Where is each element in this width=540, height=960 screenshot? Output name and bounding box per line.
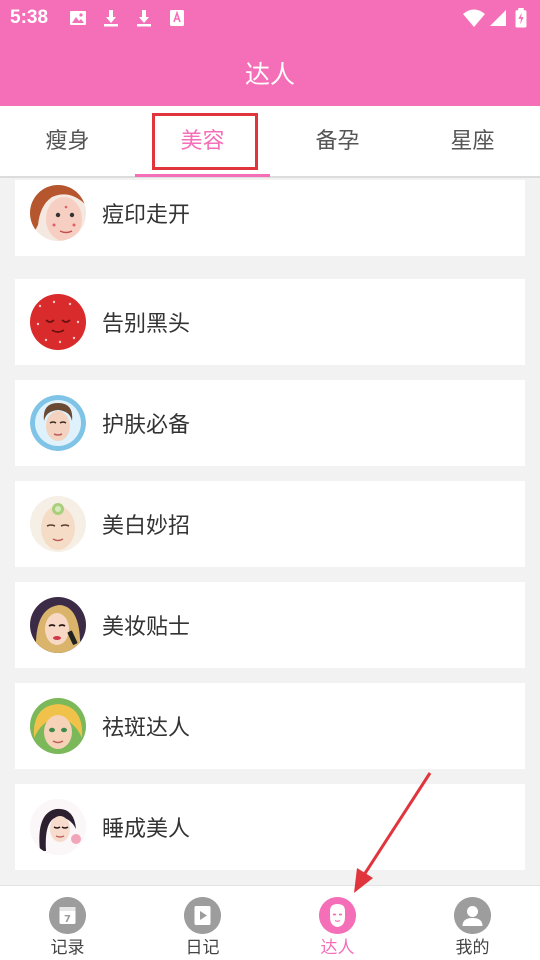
nav-mine[interactable]: 我的 xyxy=(405,886,540,960)
topic-list: 痘印走开 告别黑头 护肤必备 美白妙招 美妆贴士 祛斑达人 睡成美人 xyxy=(0,180,540,885)
app-header: 达人 xyxy=(0,36,540,106)
nav-experts[interactable]: 达人 xyxy=(270,886,405,960)
signal-icon xyxy=(490,10,506,26)
face-mask-avatar xyxy=(30,496,86,552)
makeup-avatar xyxy=(30,597,86,653)
nav-label: 达人 xyxy=(320,938,355,958)
strawberry-avatar xyxy=(30,294,86,350)
nav-record[interactable]: 7 记录 xyxy=(0,886,135,960)
list-item-label: 美妆贴士 xyxy=(102,615,191,640)
text-a-icon xyxy=(170,10,184,26)
calendar-icon: 7 xyxy=(49,897,86,934)
list-item-label: 美白妙招 xyxy=(102,514,191,539)
nav-label: 记录 xyxy=(50,938,85,958)
tab-slimming[interactable]: 瘦身 xyxy=(0,106,135,178)
download-icon xyxy=(104,10,118,27)
nav-label: 我的 xyxy=(455,938,490,958)
list-item-label: 告别黑头 xyxy=(102,312,191,337)
status-bar: 5:38 xyxy=(0,0,540,36)
skincare-face-avatar xyxy=(30,395,86,451)
svg-text:7: 7 xyxy=(64,914,71,925)
play-book-icon xyxy=(184,897,221,934)
tab-label: 星座 xyxy=(450,129,495,154)
list-item-label: 祛斑达人 xyxy=(102,716,191,741)
list-item-beauty-sleep[interactable]: 睡成美人 xyxy=(15,784,525,870)
wifi-icon xyxy=(463,9,485,27)
tab-label: 备孕 xyxy=(315,129,360,154)
tab-label: 瘦身 xyxy=(45,129,90,154)
tab-constellation[interactable]: 星座 xyxy=(405,106,540,178)
face-icon xyxy=(319,897,356,934)
list-item-freckle-removal[interactable]: 祛斑达人 xyxy=(15,683,525,769)
image-icon xyxy=(70,11,86,25)
battery-charging-icon xyxy=(515,8,527,28)
list-item-acne[interactable]: 痘印走开 xyxy=(15,180,525,256)
sleeping-woman-avatar xyxy=(30,799,86,855)
list-item-label: 护肤必备 xyxy=(102,413,191,438)
page-title: 达人 xyxy=(244,60,295,89)
list-item-blackheads[interactable]: 告别黑头 xyxy=(15,279,525,365)
status-time: 5:38 xyxy=(10,7,49,28)
list-item-label: 睡成美人 xyxy=(102,817,191,842)
list-item-makeup-tips[interactable]: 美妆贴士 xyxy=(15,582,525,668)
category-tabs: 瘦身 美容 备孕 星座 xyxy=(0,106,540,178)
acne-face-avatar xyxy=(30,185,86,241)
list-item-skincare[interactable]: 护肤必备 xyxy=(15,380,525,466)
annotation-highlight-box xyxy=(152,113,258,170)
download-icon xyxy=(137,10,151,27)
bottom-navigation: 7 记录 日记 达人 我的 xyxy=(0,885,540,960)
nav-diary[interactable]: 日记 xyxy=(135,886,270,960)
blonde-woman-avatar xyxy=(30,698,86,754)
nav-label: 日记 xyxy=(185,938,220,958)
person-icon xyxy=(454,897,491,934)
list-item-whitening[interactable]: 美白妙招 xyxy=(15,481,525,567)
list-item-label: 痘印走开 xyxy=(102,203,191,228)
active-tab-indicator xyxy=(135,174,270,177)
tab-pregnancy[interactable]: 备孕 xyxy=(270,106,405,178)
